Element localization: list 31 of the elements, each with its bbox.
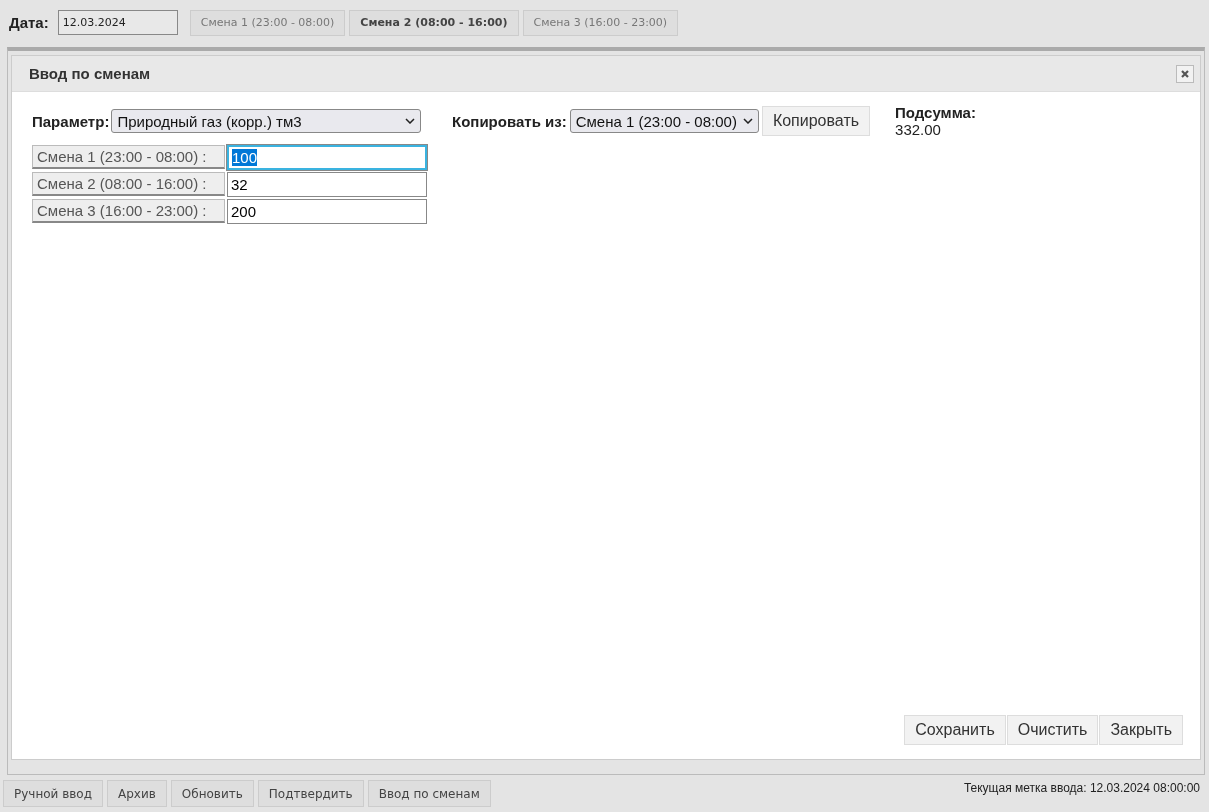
value-field[interactable]: 200: [227, 199, 427, 224]
toolbar-button[interactable]: Подтвердить: [257, 780, 364, 807]
close-icon: [1180, 68, 1190, 79]
shift-button[interactable]: Смена 2 (08:00 - 16:00) :: [32, 172, 225, 196]
value-field[interactable]: 32: [227, 172, 427, 197]
chevron-down-icon: [742, 118, 753, 124]
close-button[interactable]: [1176, 64, 1194, 83]
shift-tab[interactable]: Смена 1 (23:00 - 08:00): [189, 9, 346, 36]
copy-from-label: Копировать из:: [452, 112, 567, 130]
subtotal-label: Подсумма:: [895, 104, 976, 121]
date-label: Дата:: [9, 14, 49, 31]
toolbar-button[interactable]: Архив: [107, 780, 167, 807]
status-text: Текущая метка ввода: 12.03.2024 08:00:00: [963, 781, 1200, 795]
parameter-label: Параметр:: [32, 112, 110, 130]
date-field[interactable]: 12.03.2024: [57, 10, 178, 35]
chevron-down-icon: [405, 118, 416, 124]
dialog-button[interactable]: Очистить: [1006, 715, 1099, 745]
copy-button[interactable]: Копировать: [761, 106, 871, 136]
toolbar-button[interactable]: Ручной ввод: [3, 780, 103, 807]
copy-source-select[interactable]: Смена 1 (23:00 - 08:00): [569, 109, 759, 133]
subtotal-value: 332.00: [895, 121, 942, 138]
toolbar-button[interactable]: Ввод по сменам: [367, 780, 491, 807]
shift-button[interactable]: Смена 3 (16:00 - 23:00) :: [32, 199, 225, 223]
dialog-button[interactable]: Закрыть: [1099, 715, 1183, 745]
dialog-button[interactable]: Сохранить: [904, 715, 1006, 745]
value-field[interactable]: 100: [227, 145, 427, 170]
dialog-title: Ввод по сменам: [29, 65, 151, 82]
parameter-select[interactable]: Природный газ (корр.) тм3: [111, 109, 422, 133]
shift-tab[interactable]: Смена 2 (08:00 - 16:00): [349, 9, 519, 36]
toolbar-button[interactable]: Обновить: [170, 780, 254, 807]
shift-button[interactable]: Смена 1 (23:00 - 08:00) :: [32, 145, 225, 169]
